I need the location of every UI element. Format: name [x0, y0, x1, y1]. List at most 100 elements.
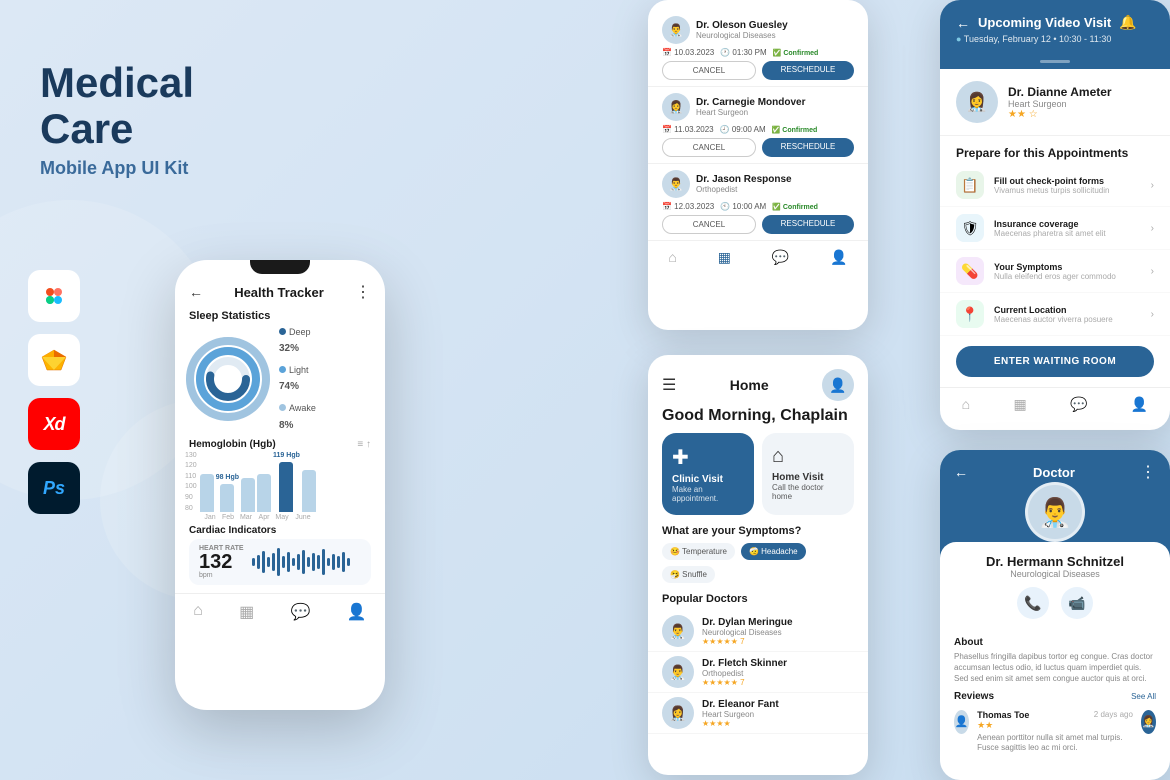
appt-details-3: 📅 12.03.2023 🕙 10:00 AM ✅ Confirmed: [662, 202, 854, 211]
upcoming-visit-phone: ← Upcoming Video Visit 🔔 ● Tuesday, Febr…: [940, 0, 1170, 430]
about-title: About: [954, 637, 1156, 648]
appt-nav-home[interactable]: ⌂: [668, 249, 676, 266]
appt-status-2: ✅ Confirmed: [772, 126, 818, 134]
bell-icon[interactable]: 🔔: [1119, 14, 1136, 31]
awake-label: Awake: [289, 403, 316, 413]
popular-doc-info-2: Dr. Fletch Skinner Orthopedist ★★★★★ 7: [702, 658, 787, 687]
nav-calendar-icon[interactable]: ▦: [239, 602, 254, 622]
menu-dots-icon[interactable]: ⋮: [355, 282, 371, 302]
upcoming-header: ← Upcoming Video Visit 🔔 ● Tuesday, Febr…: [940, 0, 1170, 54]
hamburger-icon[interactable]: ☰: [662, 375, 676, 395]
home-icon: ⌂: [772, 445, 844, 468]
about-text: Phasellus fringilla dapibus tortor eg co…: [954, 651, 1156, 685]
see-all-button[interactable]: See All: [1131, 692, 1156, 701]
back-icon[interactable]: ←: [956, 15, 970, 31]
prepare-title: Prepare for this Appointments: [940, 136, 1170, 164]
xd-icon[interactable]: Xd: [28, 398, 80, 450]
home-visit-subtitle: Call the doctor home: [772, 483, 844, 501]
cancel-button-1[interactable]: CANCEL: [662, 61, 756, 80]
cancel-button-2[interactable]: CANCEL: [662, 138, 756, 157]
chevron-icon-1: ›: [1151, 180, 1154, 191]
upcoming-nav-chat[interactable]: 💬: [1070, 396, 1087, 413]
upcoming-nav-profile[interactable]: 👤: [1131, 396, 1148, 413]
popular-doctor-2[interactable]: 👨‍⚕️ Dr. Fletch Skinner Orthopedist ★★★★…: [648, 652, 868, 693]
symptoms-title: What are your Symptoms?: [648, 525, 868, 543]
prepare-sub-3: Nulla eleifend eros ager commodo: [994, 272, 1116, 281]
heart-rate-value: 132: [199, 552, 244, 572]
doctor-info-3: Dr. Jason Response Orthopedist: [696, 174, 792, 194]
reschedule-button-3[interactable]: RESCHEDULE: [762, 215, 854, 234]
heart-rate-unit: bpm: [199, 572, 244, 579]
appointments-phone: 👨‍⚕️ Dr. Oleson Guesley Neurological Dis…: [648, 0, 868, 330]
doctor-header-title: Doctor: [968, 465, 1140, 480]
prepare-title-1: Fill out check-point forms: [994, 176, 1109, 186]
doctor-header: ← Doctor ⋮: [940, 450, 1170, 482]
appt-time-1: 🕐 01:30 PM: [720, 48, 766, 57]
reviews-title: Reviews: [954, 691, 994, 702]
home-visit-card[interactable]: ⌂ Home Visit Call the doctor home: [762, 433, 854, 515]
popular-doc-avatar-3: 👩‍⚕️: [662, 697, 694, 729]
phone-button[interactable]: 📞: [1017, 587, 1049, 619]
heart-rate-info: HEART RATE 132 bpm: [199, 545, 244, 579]
brand-title: Medical Care: [40, 60, 260, 152]
appt-nav-profile[interactable]: 👤: [830, 249, 847, 266]
prepare-item-4[interactable]: 📍 Current Location Maecenas auctor viver…: [940, 293, 1170, 336]
reschedule-button-2[interactable]: RESCHEDULE: [762, 138, 854, 157]
doctor-specialty-3: Orthopedist: [696, 185, 792, 194]
light-label: Light: [289, 365, 309, 375]
doctor-info-section: Dr. Hermann Schnitzel Neurological Disea…: [940, 542, 1170, 637]
home-visit-title: Home Visit: [772, 472, 844, 483]
prepare-item-2[interactable]: 🛡 Insurance coverage Maecenas pharetra s…: [940, 207, 1170, 250]
popular-doc-avatar-2: 👨‍⚕️: [662, 656, 694, 688]
upcoming-nav-calendar[interactable]: ▦: [1013, 396, 1026, 413]
figma-icon[interactable]: [28, 270, 80, 322]
doctor-action-buttons: 📞 📹: [954, 587, 1156, 619]
y-axis-labels: 1301201101009080: [185, 452, 197, 512]
nav-chat-icon[interactable]: 💬: [291, 602, 311, 622]
ps-icon[interactable]: Ps: [28, 462, 80, 514]
reviews-header: Reviews See All: [940, 685, 1170, 706]
prepare-title-3: Your Symptoms: [994, 262, 1116, 272]
doctor-name-1: Dr. Oleson Guesley: [696, 20, 788, 31]
doctor-specialty-1: Neurological Diseases: [696, 31, 788, 40]
upcoming-doc-avatar: 👩‍⚕️: [956, 81, 998, 123]
cardiac-card: HEART RATE 132 bpm: [189, 539, 371, 585]
bar-apr: [257, 474, 271, 512]
doctor-name-2: Dr. Carnegie Mondover: [696, 97, 805, 108]
popular-doctor-1[interactable]: 👨‍⚕️ Dr. Dylan Meringue Neurological Dis…: [648, 611, 868, 652]
symptom-headache[interactable]: 🤕 Headache: [741, 543, 806, 560]
heartbeat-visualization: [252, 548, 361, 576]
bar-mar: [241, 478, 255, 512]
back-button[interactable]: ←: [189, 284, 203, 300]
doctor-menu-icon[interactable]: ⋮: [1140, 462, 1156, 482]
reschedule-button-1[interactable]: RESCHEDULE: [762, 61, 854, 80]
home-header: ☰ Home 👤: [648, 355, 868, 407]
upcoming-nav-home[interactable]: ⌂: [962, 396, 970, 413]
doctor-back-icon[interactable]: ←: [954, 464, 968, 480]
nav-home-icon[interactable]: ⌂: [193, 602, 203, 622]
popular-doc-stars-1: ★★★★★ 7: [702, 637, 793, 646]
symptom-snuffle[interactable]: 🤧 Snuffle: [662, 566, 715, 583]
popular-doc-info-1: Dr. Dylan Meringue Neurological Diseases…: [702, 617, 793, 646]
appt-nav-chat[interactable]: 💬: [772, 249, 789, 266]
enter-waiting-room-button[interactable]: ENTER WAITING ROOM: [956, 346, 1154, 377]
user-avatar[interactable]: 👤: [822, 369, 854, 401]
video-button[interactable]: 📹: [1061, 587, 1093, 619]
prepare-item-3[interactable]: 💊 Your Symptoms Nulla eleifend eros ager…: [940, 250, 1170, 293]
cancel-button-3[interactable]: CANCEL: [662, 215, 756, 234]
popular-doctor-3[interactable]: 👩‍⚕️ Dr. Eleanor Fant Heart Surgeon ★★★★: [648, 693, 868, 734]
bar-feb: 98 Hgb: [216, 474, 239, 512]
chevron-icon-4: ›: [1151, 309, 1154, 320]
popular-doc-stars-2: ★★★★★ 7: [702, 678, 787, 687]
upcoming-doctor-row: 👩‍⚕️ Dr. Dianne Ameter Heart Surgeon ★★ …: [940, 69, 1170, 136]
nav-profile-icon[interactable]: 👤: [347, 602, 367, 622]
prepare-item-1[interactable]: 📋 Fill out check-point forms Vivamus met…: [940, 164, 1170, 207]
symptom-temperature[interactable]: 🤒 Temperature: [662, 543, 735, 560]
clinic-visit-card[interactable]: ✚ Clinic Visit Make an appointment.: [662, 433, 754, 515]
appt-nav-calendar[interactable]: ▦: [718, 249, 731, 266]
health-tracker-phone: ← Health Tracker ⋮ Sleep Statistics Deep…: [175, 260, 385, 710]
popular-doc-name-2: Dr. Fletch Skinner: [702, 658, 787, 669]
sketch-icon[interactable]: [28, 334, 80, 386]
appointment-item-2: 👩‍⚕️ Dr. Carnegie Mondover Heart Surgeon…: [648, 87, 868, 164]
popular-doc-specialty-3: Heart Surgeon: [702, 710, 779, 719]
